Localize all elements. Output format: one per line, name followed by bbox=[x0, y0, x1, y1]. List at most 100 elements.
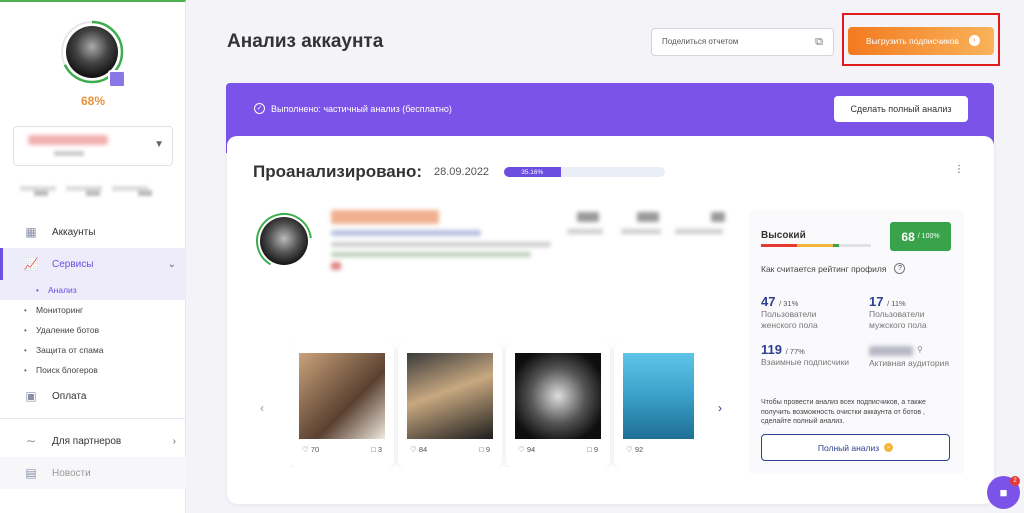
sidebar-item-payment[interactable]: ▣ Оплата bbox=[0, 380, 186, 412]
full-analysis-cta-label: Полный анализ bbox=[817, 442, 880, 453]
banner-status: ✓ Выполнено: частичный анализ (бесплатно… bbox=[254, 103, 452, 114]
check-circle-icon: ✓ bbox=[254, 103, 265, 114]
stat-mutual-value: 119 bbox=[761, 342, 782, 357]
services-subnav: Анализ Мониторинг Удаление ботов Защита … bbox=[0, 280, 186, 380]
rating-panel: Высокий 68 / 100% Как считается рейтинг … bbox=[749, 210, 964, 474]
post-card[interactable]: ♡ 94 □ 9 bbox=[506, 343, 610, 467]
sidebar-item-news[interactable]: ▤ Новости bbox=[0, 457, 186, 489]
more-options-icon[interactable]: ⋮ bbox=[954, 164, 964, 175]
post-likes: ♡ 92 bbox=[626, 445, 644, 454]
share-report-button[interactable]: Поделиться отчетом ⧉ bbox=[651, 28, 834, 56]
stat-male-value: 17 bbox=[869, 294, 884, 309]
share-report-label: Поделиться отчетом bbox=[662, 37, 739, 46]
account-avatar-image bbox=[260, 217, 308, 265]
account-handle-blurred bbox=[54, 151, 84, 156]
sidebar-item-label: Аккаунты bbox=[52, 226, 96, 238]
following-label-blurred bbox=[675, 229, 723, 234]
chat-icon: ■ bbox=[999, 485, 1008, 500]
chevron-down-icon: ▼ bbox=[154, 139, 164, 150]
lock-icon: ⚲ bbox=[917, 345, 923, 354]
subnav-item-monitoring[interactable]: Мониторинг bbox=[24, 300, 186, 320]
arrow-right-icon: › bbox=[969, 35, 980, 46]
partners-icon: ∼ bbox=[25, 434, 37, 448]
post-likes-count: 92 bbox=[634, 445, 644, 454]
sidebar-item-accounts[interactable]: ▦ Аккаунты bbox=[0, 216, 186, 248]
sidebar-item-label: Новости bbox=[52, 467, 91, 479]
analysis-progress-fill: 35.16% bbox=[504, 167, 561, 177]
posts-carousel: ♡ 70 □ 3 ♡ 84 □ 9 ♡ 94 □ 9 ♡ 92 □ bbox=[290, 343, 694, 467]
account-selector[interactable]: ▼ bbox=[13, 126, 173, 166]
grid-icon: ▦ bbox=[25, 225, 37, 239]
post-comments-count: 9 bbox=[593, 445, 598, 454]
help-icon: ? bbox=[894, 263, 906, 274]
chevron-right-icon: › bbox=[172, 435, 176, 447]
analyzed-title: Проанализировано: bbox=[253, 162, 423, 181]
export-subscribers-button[interactable]: Выгрузить подписчиков › bbox=[848, 27, 994, 55]
stat-male-pct: / 11% bbox=[887, 299, 906, 308]
coin-icon: ⌄ bbox=[884, 443, 894, 452]
following-count-blurred bbox=[711, 212, 725, 222]
analysis-progress: 35.16% bbox=[504, 167, 665, 177]
posts-label-blurred bbox=[567, 229, 603, 234]
carousel-next-button[interactable]: › bbox=[718, 401, 722, 415]
rating-score: 68 / 100% bbox=[890, 222, 951, 251]
subnav-item-bot-removal[interactable]: Удаление ботов bbox=[24, 320, 186, 340]
profile-avatar[interactable] bbox=[60, 20, 126, 88]
subnav-item-spam-protection[interactable]: Защита от спама bbox=[24, 340, 186, 360]
post-likes: ♡ 94 bbox=[518, 445, 536, 454]
sidebar-item-label: Для партнеров bbox=[52, 435, 122, 447]
wallet-icon: ▣ bbox=[25, 389, 37, 403]
stat-female-pct: / 31% bbox=[779, 299, 799, 308]
subnav-item-analysis[interactable]: Анализ bbox=[0, 280, 186, 300]
post-image bbox=[515, 353, 601, 439]
news-icon: ▤ bbox=[25, 466, 37, 480]
profile-percent: 68% bbox=[80, 94, 106, 108]
carousel-prev-button[interactable]: ‹ bbox=[260, 401, 264, 415]
subnav-item-blogger-search[interactable]: Поиск блогеров bbox=[24, 360, 186, 380]
sidebar-nav: ▦ Аккаунты 📈 Сервисы ⌄ Анализ Мониторинг… bbox=[0, 216, 186, 489]
post-image bbox=[407, 353, 493, 439]
account-bio-blurred bbox=[331, 242, 551, 247]
full-analysis-cta-button[interactable]: Полный анализ ⌄ bbox=[761, 434, 950, 461]
posts-count-blurred bbox=[577, 212, 599, 222]
rating-score-max: / 100% bbox=[917, 233, 940, 240]
rating-note: Чтобы провести анализ всех подписчиков, … bbox=[761, 399, 926, 425]
post-comments-count: 3 bbox=[377, 445, 382, 454]
post-card[interactable]: ♡ 92 □ bbox=[614, 343, 694, 467]
stat-female-value: 47 bbox=[761, 294, 776, 309]
post-comments: □ 9 bbox=[587, 445, 598, 454]
account-emoji-blurred bbox=[331, 262, 341, 270]
post-likes: ♡ 84 bbox=[410, 445, 428, 454]
post-card[interactable]: ♡ 70 □ 3 bbox=[290, 343, 394, 467]
account-name-blurred bbox=[331, 210, 439, 224]
stat-mutual: 119 / 77% Взаимные подписчики bbox=[761, 342, 851, 368]
stat-active-value-blurred bbox=[869, 346, 913, 356]
how-calculated-link[interactable]: Как считается рейтинг профиля ? bbox=[761, 263, 906, 274]
rating-scale bbox=[761, 244, 871, 247]
stat-female: 47 / 31% Пользователи женского пола bbox=[761, 294, 851, 331]
followers-count-blurred bbox=[637, 212, 659, 222]
sidebar-item-services[interactable]: 📈 Сервисы ⌄ bbox=[0, 248, 186, 280]
post-likes-count: 84 bbox=[418, 445, 428, 454]
how-calculated-text: Как считается рейтинг профиля bbox=[761, 263, 887, 274]
post-likes-count: 70 bbox=[310, 445, 320, 454]
stat-male: 17 / 11% Пользователи мужского пола bbox=[869, 294, 959, 331]
chat-badge: 2 bbox=[1010, 476, 1020, 486]
analyzed-date: 28.09.2022 bbox=[434, 166, 490, 178]
post-comments: □ 9 bbox=[479, 445, 490, 454]
full-analysis-button[interactable]: Сделать полный анализ bbox=[834, 96, 968, 122]
account-bio-blurred-2 bbox=[331, 252, 531, 257]
stat-active: ⚲ Активная аудитория bbox=[869, 344, 959, 369]
sidebar-item-label: Сервисы bbox=[52, 258, 94, 270]
followers-label-blurred bbox=[621, 229, 661, 234]
post-likes-count: 94 bbox=[526, 445, 536, 454]
account-handle-blurred bbox=[331, 230, 481, 236]
post-comments-count: 9 bbox=[485, 445, 490, 454]
chart-icon: 📈 bbox=[23, 257, 39, 271]
post-card[interactable]: ♡ 84 □ 9 bbox=[398, 343, 502, 467]
account-stats-blurred bbox=[20, 178, 170, 200]
post-likes: ♡ 70 bbox=[302, 445, 320, 454]
post-image bbox=[299, 353, 385, 439]
post-image bbox=[623, 353, 694, 439]
sidebar-item-partners[interactable]: ∼ Для партнеров › bbox=[0, 425, 186, 457]
